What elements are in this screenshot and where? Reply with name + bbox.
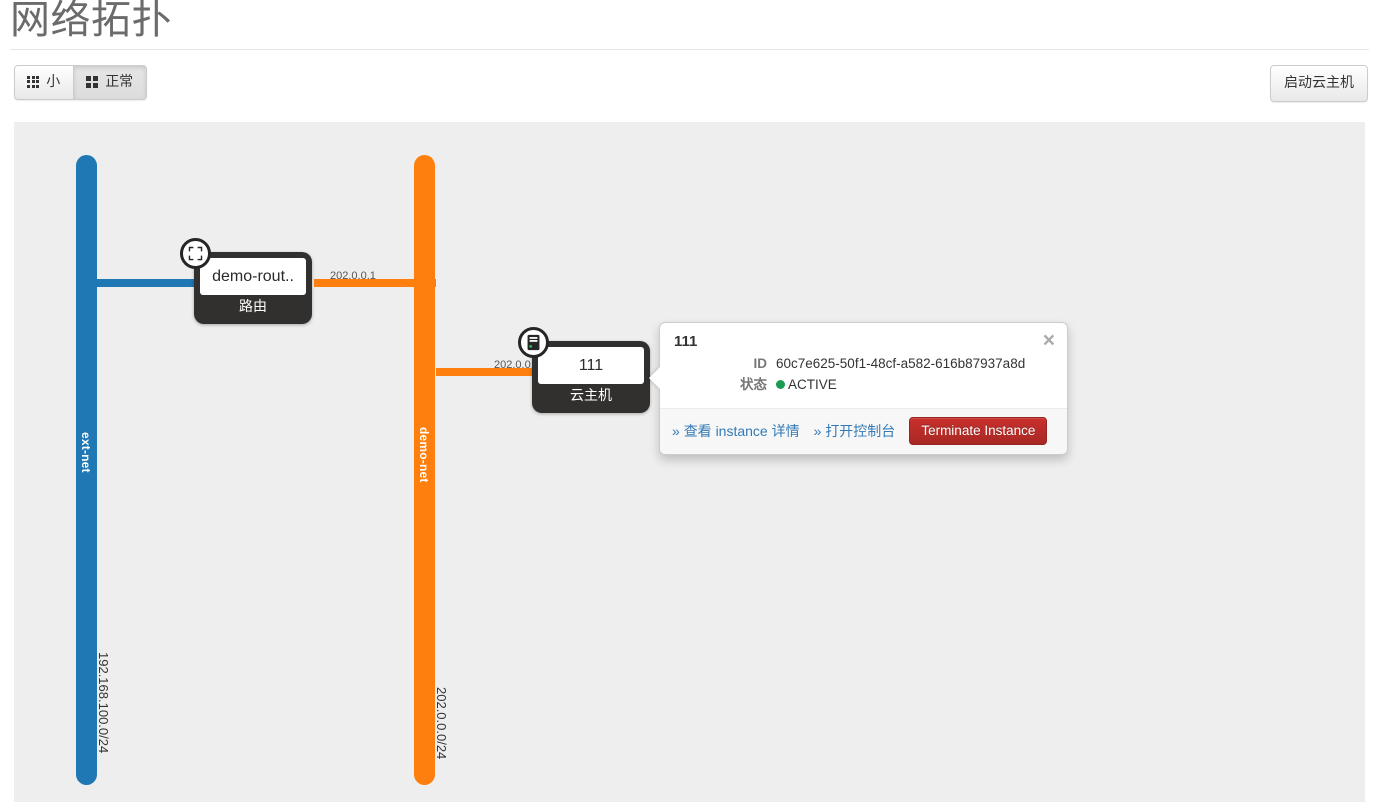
instance-detail-popover: 111 × ID 60c7e625-50f1-48cf-a582-616b879… (649, 322, 1068, 455)
close-icon[interactable]: × (1043, 330, 1055, 351)
popover-body: ID 60c7e625-50f1-48cf-a582-616b87937a8d … (660, 354, 1067, 408)
title-divider (10, 49, 1369, 50)
router-icon (180, 238, 211, 269)
launch-instance-button[interactable]: 启动云主机 (1270, 65, 1368, 102)
instance-node-name: 111 (578, 356, 604, 374)
open-console-link[interactable]: » 打开控制台 (814, 421, 896, 441)
view-instance-details-label: 查看 instance 详情 (683, 423, 800, 439)
open-console-label: 打开控制台 (825, 423, 896, 439)
size-normal-label: 正常 (105, 73, 134, 89)
popover-key-id: ID (753, 356, 768, 371)
status-dot-icon (776, 380, 785, 389)
th-grid-icon (27, 75, 40, 89)
instance-node-inner: 111 (538, 347, 644, 384)
topology-toolbar: 小 正常 启动云主机 (0, 62, 1379, 106)
server-icon (518, 327, 549, 358)
popover-title: 111 (674, 333, 698, 350)
topology-canvas[interactable]: 202.0.0.1 202.0.0.2 ext-net 192.168.100.… (14, 122, 1365, 802)
popover-value-id: 60c7e625-50f1-48cf-a582-616b87937a8d (776, 356, 1026, 371)
link-label-202-0-0-1: 202.0.0.1 (330, 270, 376, 282)
router-node-name: demo-rout.. (212, 267, 294, 285)
topology-size-toggle-group: 小 正常 (14, 65, 148, 100)
popover-row-id: ID 60c7e625-50f1-48cf-a582-616b87937a8d (674, 354, 1053, 374)
router-node-inner: demo-rout.. (200, 258, 306, 295)
popover-row-status: 状态 ACTIVE (674, 375, 1053, 395)
topology-node-router[interactable]: demo-rout.. 路由 (180, 238, 312, 324)
network-cidr-demo-net: 202.0.0.0/24 (434, 687, 449, 760)
size-small-button[interactable]: 小 (14, 65, 75, 100)
chevron-right-icon-1: » (672, 423, 680, 439)
terminate-instance-button[interactable]: Terminate Instance (909, 417, 1048, 445)
instance-node-type: 云主机 (570, 387, 612, 403)
page-title: 网络拓扑 (10, 0, 172, 42)
size-small-label: 小 (46, 73, 61, 89)
view-instance-details-link[interactable]: » 查看 instance 详情 (672, 421, 800, 441)
popover-arrow (649, 367, 660, 389)
popover-key-status: 状态 (740, 377, 767, 392)
topology-node-instance[interactable]: 111 云主机 (518, 327, 650, 413)
network-cidr-ext-net: 192.168.100.0/24 (96, 652, 111, 754)
popover-value-status: ACTIVE (788, 377, 837, 392)
network-name-demo-net: demo-net (417, 427, 431, 483)
network-topology-page: 网络拓扑 小 正常 启动云主机 202.0.0.1 202.0.0.2 ext-… (0, 0, 1379, 802)
network-name-ext-net: ext-net (79, 432, 93, 473)
router-node-type: 路由 (239, 298, 267, 314)
status-badge: ACTIVE (776, 375, 837, 395)
size-normal-button[interactable]: 正常 (74, 65, 148, 100)
chevron-right-icon-2: » (813, 423, 822, 439)
popover-footer: » 查看 instance 详情 » 打开控制台 Terminate Insta… (660, 408, 1067, 454)
th-large-grid-icon (86, 75, 99, 88)
